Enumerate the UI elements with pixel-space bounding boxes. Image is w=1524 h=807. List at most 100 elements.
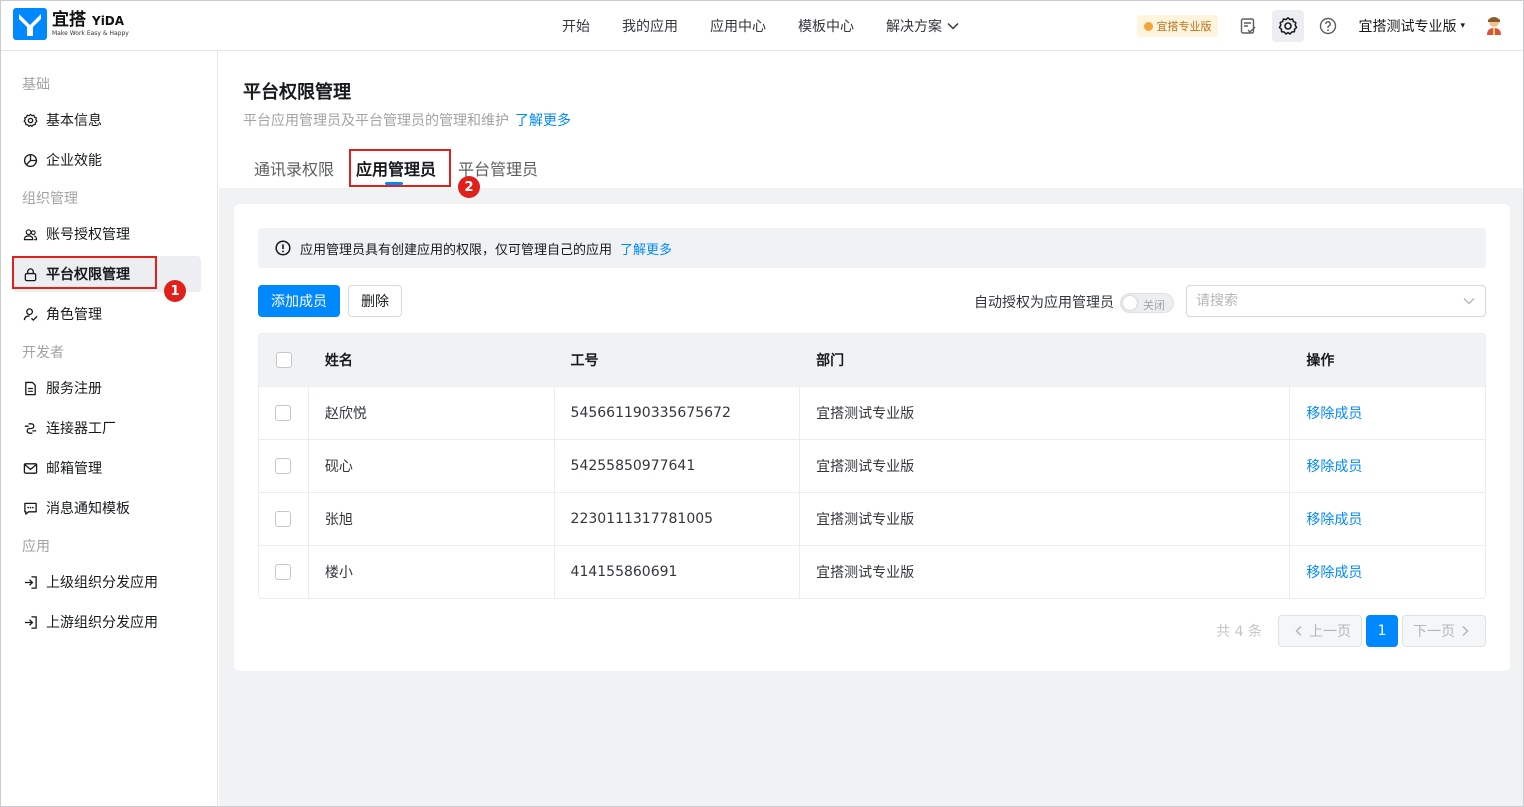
cell-action: 移除成员 <box>1290 387 1485 439</box>
brand-logo[interactable]: 宜搭 YiDA Make Work Easy & Happy <box>13 8 129 40</box>
remove-member-link[interactable]: 移除成员 <box>1306 562 1362 582</box>
sidebar-item-upstream-org-apps[interactable]: 上游组织分发应用 <box>13 604 201 640</box>
chevron-right-icon <box>1462 625 1469 637</box>
next-page-label: 下一页 <box>1413 624 1455 640</box>
app-window: 宜搭 YiDA Make Work Easy & Happy 开始 我的应用 应用… <box>0 0 1524 807</box>
cell-id: 414155860691 <box>555 546 801 598</box>
cell-dept: 宜搭测试专业版 <box>800 493 1291 545</box>
sidebar-item-label: 上级组织分发应用 <box>46 575 158 591</box>
cell-dept: 宜搭测试专业版 <box>800 387 1291 439</box>
sidebar-item-account-auth[interactable]: 账号授权管理 <box>13 216 201 252</box>
row-checkbox[interactable] <box>275 405 292 421</box>
sidebar-item-mail[interactable]: 邮箱管理 <box>13 450 201 486</box>
nav-start[interactable]: 开始 <box>562 16 590 36</box>
step-badge-2: 2 <box>458 176 480 198</box>
select-all-cell <box>259 334 309 386</box>
sidebar-item-label: 连接器工厂 <box>46 421 116 437</box>
main-nav: 开始 我的应用 应用中心 模板中心 解决方案 <box>562 1 992 51</box>
column-header-name: 姓名 <box>324 353 353 369</box>
sidebar-group-org: 组织管理 <box>22 191 78 207</box>
sidebar-item-label: 企业效能 <box>46 153 102 169</box>
help-button[interactable] <box>1312 10 1344 42</box>
nav-my-apps[interactable]: 我的应用 <box>622 16 678 36</box>
caret-down-icon: ▾ <box>1460 21 1465 31</box>
select-all-checkbox[interactable] <box>275 352 292 368</box>
users-icon <box>23 228 38 240</box>
row-checkbox[interactable] <box>275 511 292 527</box>
row-checkbox[interactable] <box>275 564 292 580</box>
sidebar-group-apps: 应用 <box>22 539 50 555</box>
page-number-current[interactable]: 1 <box>1366 615 1398 647</box>
sidebar-item-upper-org-apps[interactable]: 上级组织分发应用 <box>13 564 201 600</box>
sidebar-item-label: 邮箱管理 <box>46 461 102 477</box>
cell-id: 54255850977641 <box>555 440 801 492</box>
brand-name: 宜搭 <box>52 9 86 30</box>
cell-id: 545661190335675672 <box>555 387 801 439</box>
sidebar-item-basic-info[interactable]: 基本信息 <box>13 102 201 138</box>
nav-app-center-label: 应用中心 <box>710 19 766 35</box>
learn-more-link[interactable]: 了解更多 <box>515 113 571 129</box>
remove-member-link[interactable]: 移除成员 <box>1306 509 1362 529</box>
column-header-action: 操作 <box>1306 353 1335 369</box>
nav-solutions[interactable]: 解决方案 <box>886 16 960 36</box>
chevron-left-icon <box>1295 625 1302 637</box>
pagination-total: 共 4 条 <box>1216 624 1262 640</box>
switch-knob <box>1123 296 1137 310</box>
remove-member-link[interactable]: 移除成员 <box>1306 456 1362 476</box>
sidebar-item-connector-factory[interactable]: 连接器工厂 <box>13 410 201 446</box>
tab-contacts-permission[interactable]: 通讯录权限 <box>243 149 345 187</box>
info-circle-icon <box>275 240 291 256</box>
header-tools: 宜搭专业版 宜搭测试专业版 ▾ <box>1137 1 1505 51</box>
cell-dept: 宜搭测试专业版 <box>800 440 1291 492</box>
step-badge-1: 1 <box>164 280 186 302</box>
table-row: 砚心 54255850977641 宜搭测试专业版 移除成员 <box>259 439 1485 492</box>
nav-start-label: 开始 <box>562 19 590 35</box>
column-header-id: 工号 <box>570 353 599 369</box>
checklist-button[interactable] <box>1232 10 1264 42</box>
sidebar-item-message-template[interactable]: 消息通知模板 <box>13 490 201 526</box>
yida-logo-icon <box>13 8 47 40</box>
pro-edition-badge[interactable]: 宜搭专业版 <box>1137 15 1219 37</box>
user-avatar[interactable] <box>1483 15 1505 37</box>
notice-text: 应用管理员具有创建应用的权限，仅可管理自己的应用 <box>300 242 613 258</box>
message-icon <box>24 502 37 515</box>
add-member-button[interactable]: 添加成员 <box>258 285 340 317</box>
settings-icon <box>1279 17 1298 35</box>
auto-grant-label: 自动授权为应用管理员 <box>974 295 1114 311</box>
row-checkbox[interactable] <box>275 458 292 474</box>
chevron-down-icon[interactable] <box>1462 294 1476 308</box>
brand-name-en: YiDA <box>92 13 125 28</box>
highlight-box-step2 <box>349 149 451 187</box>
remove-member-link[interactable]: 移除成员 <box>1306 403 1362 423</box>
sidebar-item-efficiency[interactable]: 企业效能 <box>13 142 201 178</box>
sidebar-group-basic: 基础 <box>22 77 50 93</box>
page-title: 平台权限管理 <box>243 82 351 103</box>
tab-label: 通讯录权限 <box>254 160 335 179</box>
brand-slogan: Make Work Easy & Happy <box>52 29 129 37</box>
nav-app-center[interactable]: 应用中心 <box>710 16 766 36</box>
help-icon <box>1320 17 1337 35</box>
prev-page-button[interactable]: 上一页 <box>1278 615 1362 647</box>
user-check-icon <box>23 307 38 321</box>
cell-action: 移除成员 <box>1290 493 1485 545</box>
auto-grant-switch[interactable]: 关闭 <box>1120 293 1174 313</box>
import-icon <box>24 575 37 589</box>
sidebar-item-label: 服务注册 <box>46 381 102 397</box>
cell-id: 2230111317781005 <box>555 493 801 545</box>
search-input[interactable] <box>1196 292 1446 310</box>
highlight-box-step1 <box>12 256 157 289</box>
cell-name: 楼小 <box>309 546 555 598</box>
top-navbar: 宜搭 YiDA Make Work Easy & Happy 开始 我的应用 应用… <box>1 1 1523 51</box>
notice-learn-more-link[interactable]: 了解更多 <box>620 239 672 258</box>
next-page-button[interactable]: 下一页 <box>1402 615 1486 647</box>
main-content: 平台权限管理 平台应用管理员及平台管理员的管理和维护 了解更多 通讯录权限 应用管… <box>219 51 1523 806</box>
member-search[interactable] <box>1186 285 1486 317</box>
sidebar-item-label: 基本信息 <box>46 113 102 129</box>
cell-action: 移除成员 <box>1290 440 1485 492</box>
delete-button[interactable]: 删除 <box>348 285 402 317</box>
settings-button[interactable] <box>1272 10 1305 42</box>
sidebar-item-service-register[interactable]: 服务注册 <box>13 370 201 406</box>
pagination: 共 4 条 上一页 1 下一页 <box>1216 615 1486 647</box>
org-switcher[interactable]: 宜搭测试专业版 ▾ <box>1358 16 1465 36</box>
nav-template-center[interactable]: 模板中心 <box>798 16 854 36</box>
